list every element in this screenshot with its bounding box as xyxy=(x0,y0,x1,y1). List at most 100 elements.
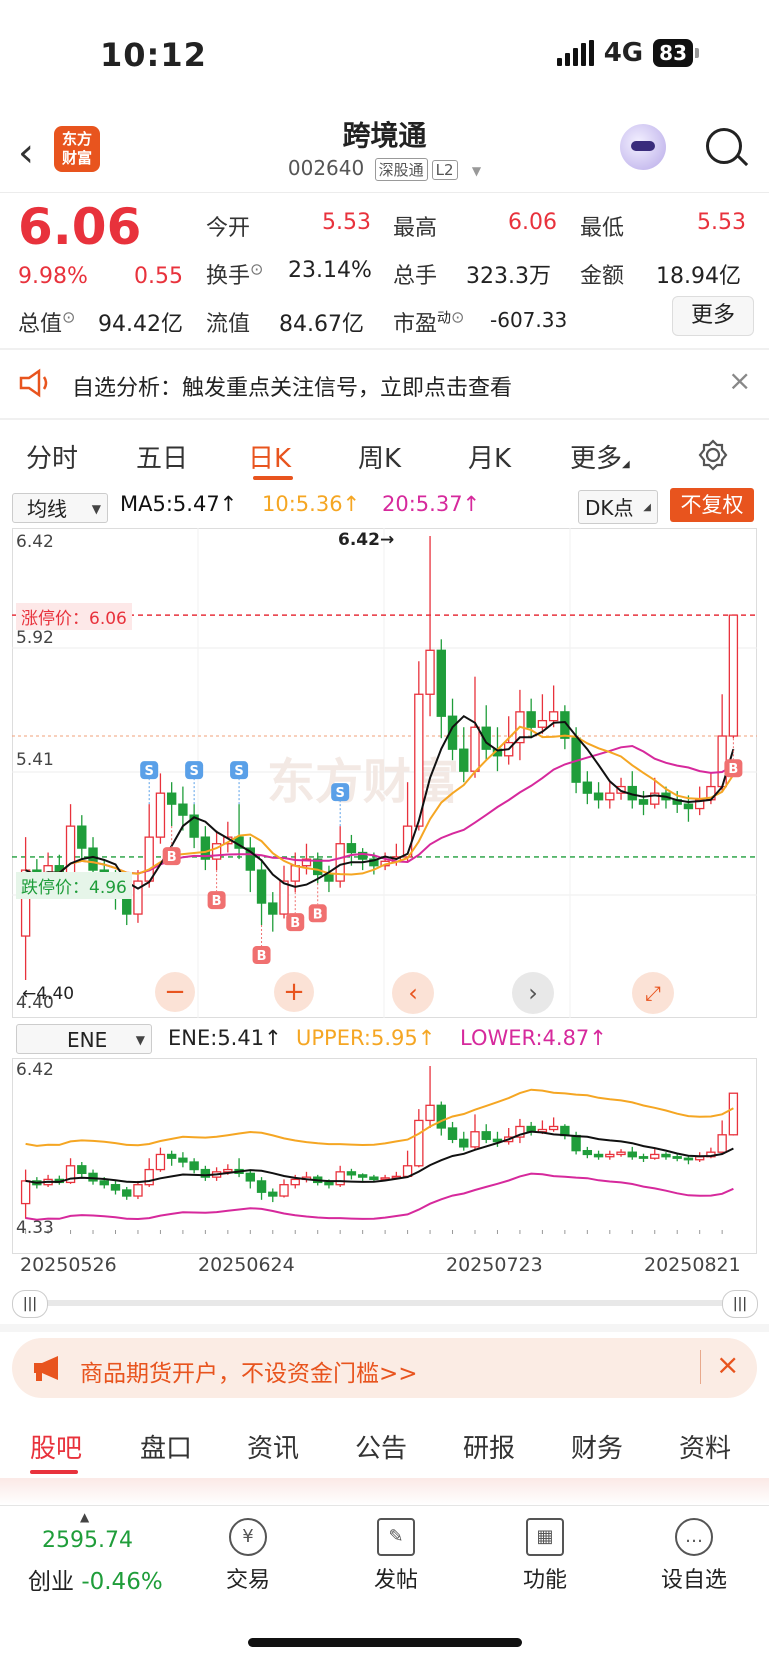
dropdown-caret-icon[interactable]: ▼ xyxy=(472,164,481,178)
gear-icon[interactable] xyxy=(696,438,730,472)
tab-guba[interactable]: 股吧 xyxy=(30,1428,82,1465)
index-value[interactable]: 2595.74 xyxy=(42,1528,133,1553)
tab-finance[interactable]: 财务 xyxy=(571,1428,623,1465)
candle-body xyxy=(256,1180,267,1193)
adjust-button[interactable]: 不复权 xyxy=(670,488,754,522)
dk-point-select[interactable]: DK点 ◢ xyxy=(578,490,658,524)
marker-label: S xyxy=(335,786,344,801)
ene-select[interactable]: ENE ▼ xyxy=(16,1024,152,1054)
candle-body xyxy=(459,748,469,772)
candle-body xyxy=(582,781,593,794)
ene-y-bottom: 4.33 xyxy=(16,1218,54,1238)
ene-row: ENE ▼ ENE:5.41↑ UPPER:5.95↑ LOWER:4.87↑ xyxy=(0,1022,769,1058)
tab-daily-k[interactable]: 日K xyxy=(248,438,291,475)
add-watchlist-button[interactable]: … 设自选 xyxy=(654,1518,734,1594)
assistant-robot-icon[interactable] xyxy=(620,124,666,170)
zoom-out-button[interactable]: − xyxy=(155,972,195,1012)
candle-body xyxy=(638,799,649,805)
edit-icon: ✎ xyxy=(377,1518,415,1556)
date-label-1: 20250526 xyxy=(20,1254,117,1276)
slider-handle-left[interactable]: ||| xyxy=(12,1290,48,1318)
high-label: 最高 xyxy=(393,216,438,241)
tab-weekly-k[interactable]: 周K xyxy=(358,438,401,475)
tab-announcement[interactable]: 公告 xyxy=(355,1428,407,1465)
turnover-label: 换手 xyxy=(206,264,251,289)
range-slider[interactable]: ||| ||| xyxy=(12,1290,758,1318)
float-label: 流值 xyxy=(206,312,251,337)
post-button[interactable]: ✎ 发帖 xyxy=(356,1518,436,1594)
candle-body xyxy=(593,792,604,801)
slider-handle-right[interactable]: ||| xyxy=(722,1290,758,1318)
index-line[interactable]: 创业 -0.46% xyxy=(28,1562,163,1596)
pct-change: 9.98% xyxy=(18,264,88,289)
info-icon[interactable]: ⊙ xyxy=(62,308,75,327)
candle-body xyxy=(470,726,480,772)
trade-button[interactable]: ¥ 交易 xyxy=(208,1518,288,1594)
limit-up-label: 涨停价：6.06 xyxy=(16,603,132,630)
add-watchlist-label: 设自选 xyxy=(660,1568,727,1593)
tab-pankou[interactable]: 盘口 xyxy=(140,1428,192,1465)
search-icon[interactable] xyxy=(706,128,749,167)
mktcap-label: 总值 xyxy=(18,312,63,337)
post-label: 发帖 xyxy=(373,1568,418,1593)
close-icon[interactable]: × xyxy=(716,1348,739,1381)
tab-indicator xyxy=(253,476,293,480)
candle-body xyxy=(178,1157,188,1163)
y-axis-mid1: 5.92 xyxy=(16,628,54,648)
tab-5day[interactable]: 五日 xyxy=(136,438,188,475)
candle-body xyxy=(155,792,166,838)
candle-body xyxy=(189,1161,199,1171)
high-note: 6.42→ xyxy=(338,530,395,550)
tab-monthly-k[interactable]: 月K xyxy=(468,438,511,475)
tab-research[interactable]: 研报 xyxy=(463,1428,515,1465)
candle-body xyxy=(357,1174,368,1178)
content-tabs: 股吧 盘口 资讯 公告 研报 财务 资料 xyxy=(0,1410,769,1478)
period-tabs: 分时 五日 日K 周K 月K 更多◢ xyxy=(0,420,769,486)
analysis-banner[interactable]: 自选分析：触发重点关注信号，立即点击查看 × xyxy=(0,350,769,416)
zoom-in-button[interactable]: + xyxy=(274,972,314,1012)
candle-body xyxy=(256,869,267,904)
abs-change: 0.55 xyxy=(134,264,183,289)
fullscreen-icon[interactable]: ⤢ xyxy=(632,972,674,1014)
index-change: -0.46% xyxy=(81,1569,163,1595)
futures-ad-banner[interactable]: 商品期货开户，不设资金门槛>> × xyxy=(12,1338,757,1398)
ma5-label: MA5:5.47↑ xyxy=(120,492,238,516)
divider xyxy=(0,192,769,193)
more-quote-button[interactable]: 更多 xyxy=(672,296,754,336)
next-arrow-button[interactable]: › xyxy=(512,972,554,1014)
candle-body xyxy=(605,1153,615,1158)
battery-icon: 83 xyxy=(653,39,699,67)
candle-body xyxy=(290,1178,300,1186)
candle-body xyxy=(661,1153,671,1158)
candle-body xyxy=(144,1168,154,1186)
tab-profile[interactable]: 资料 xyxy=(679,1428,731,1465)
pe-value: -607.33 xyxy=(490,308,568,332)
candle-body xyxy=(166,1153,177,1159)
slider-track xyxy=(42,1300,732,1306)
limit-down-label: 跌停价：4.96 xyxy=(16,872,132,899)
low-value: 5.53 xyxy=(697,210,746,235)
indicator-select[interactable]: 均线 ▼ xyxy=(12,493,108,523)
ene-chart[interactable] xyxy=(12,1058,757,1254)
tag-l2: L2 xyxy=(431,159,458,180)
divider xyxy=(0,1324,769,1332)
low-note: ←4.40 xyxy=(22,984,75,1004)
tab-more[interactable]: 更多◢ xyxy=(570,438,630,475)
tab-intraday[interactable]: 分时 xyxy=(26,438,78,475)
y-axis-mid2: 5.41 xyxy=(16,750,54,770)
marker-label: B xyxy=(167,850,177,865)
info-icon[interactable]: ⊙ xyxy=(250,260,263,279)
candle-body xyxy=(335,1171,345,1186)
grid-icon: ▦ xyxy=(526,1518,564,1556)
candle-body xyxy=(122,1189,132,1197)
caret-up-icon[interactable]: ▲ xyxy=(80,1510,89,1524)
candle-body xyxy=(582,1150,593,1156)
kline-chart[interactable]: 东方财富 SBSBSBBBSB xyxy=(12,528,757,1018)
volume-label: 总手 xyxy=(393,264,438,289)
candle-body xyxy=(155,1153,166,1171)
functions-button[interactable]: ▦ 功能 xyxy=(505,1518,585,1594)
tab-news[interactable]: 资讯 xyxy=(247,1428,299,1465)
prev-arrow-button[interactable]: ‹ xyxy=(392,972,434,1014)
close-icon[interactable]: × xyxy=(728,364,751,397)
info-icon[interactable]: ⊙ xyxy=(451,308,464,327)
